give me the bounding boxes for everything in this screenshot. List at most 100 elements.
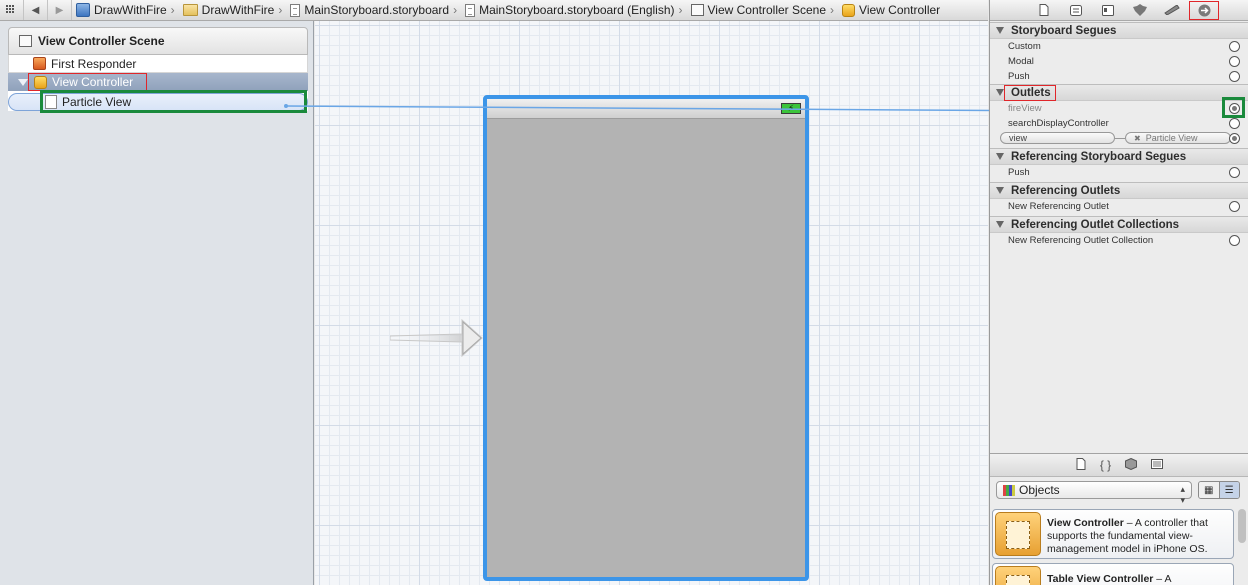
connection-circle-icon[interactable] (1229, 118, 1240, 129)
annotation-highlight-fireview-circle (1222, 97, 1245, 118)
row-label: Modal (1008, 56, 1034, 67)
library-item-title: View Controller (1047, 517, 1124, 529)
library-item-title: Table View Controller (1047, 573, 1154, 585)
chevron-right-icon: › (278, 3, 283, 17)
scene-icon (19, 35, 32, 47)
ref-outlet-row-new: New Referencing Outlet (990, 199, 1248, 214)
status-bar: ⚡ (487, 99, 805, 119)
row-label: Push (1008, 71, 1030, 82)
disconnect-x-icon[interactable]: ✖ (1134, 134, 1141, 143)
library-filter-select[interactable]: Objects ▴ ▾ (996, 481, 1192, 505)
outlet-target: Particle View (1145, 133, 1198, 143)
library-filter-value: Objects (1019, 483, 1060, 497)
library-scrollbar[interactable] (1238, 509, 1246, 543)
breadcrumb-label: DrawWithFire (94, 3, 167, 17)
row-label: Push (1008, 167, 1030, 178)
library-item-table-view-controller[interactable]: Table View Controller – A (992, 563, 1234, 585)
connection-circle-icon[interactable] (1229, 133, 1240, 144)
annotation-highlight-view-controller (28, 73, 147, 91)
breadcrumb-label: View Controller Scene (707, 3, 827, 17)
table-view-controller-icon (995, 566, 1041, 585)
back-arrow-icon[interactable]: ◀ (24, 0, 48, 20)
identity-inspector-icon[interactable] (1092, 0, 1124, 20)
outlet-row-search-display-controller: searchDisplayController (990, 116, 1248, 131)
disclosure-triangle-icon[interactable] (18, 78, 28, 86)
section-storyboard-segues[interactable]: Storyboard Segues (990, 22, 1248, 39)
segue-row-modal: Modal (990, 54, 1248, 69)
library-view-toggle: ▦ ☰ (1198, 481, 1240, 499)
outlet-target-pill[interactable]: ✖ Particle View (1125, 132, 1231, 144)
section-referencing-storyboard-segues[interactable]: Referencing Storyboard Segues (990, 148, 1248, 165)
object-library-icon[interactable] (1125, 457, 1138, 473)
media-library-icon[interactable] (1151, 458, 1164, 472)
disclosure-triangle-icon[interactable] (996, 153, 1004, 160)
section-title: Storyboard Segues (1011, 24, 1117, 37)
connection-circle-icon[interactable] (1229, 235, 1240, 246)
disclosure-triangle-icon[interactable] (996, 221, 1004, 228)
connection-circle-icon[interactable] (1229, 41, 1240, 52)
grid-view-icon[interactable]: ▦ (1199, 482, 1219, 498)
connection-circle-icon[interactable] (1229, 167, 1240, 178)
outline-item-label: First Responder (51, 56, 137, 71)
related-items-icon[interactable] (0, 0, 24, 20)
annotation-highlight-particle-view (40, 90, 307, 113)
section-title: Referencing Outlets (1011, 184, 1121, 197)
forward-arrow-icon[interactable]: ▶ (48, 0, 72, 20)
section-referencing-outlet-collections[interactable]: Referencing Outlet Collections (990, 216, 1248, 233)
library-tabs: { } (990, 453, 1248, 477)
segue-row-push: Push (990, 69, 1248, 84)
ref-collection-row-new: New Referencing Outlet Collection (990, 233, 1248, 248)
section-title: Referencing Storyboard Segues (1011, 150, 1187, 163)
breadcrumb-label: DrawWithFire (201, 3, 275, 17)
select-arrows-icon: ▴ ▾ (1180, 484, 1185, 505)
utilities-pane: Storyboard Segues Custom Modal Push Outl… (989, 0, 1248, 585)
scene-header[interactable]: View Controller Scene (8, 27, 308, 55)
connection-circle-icon[interactable] (1229, 56, 1240, 67)
chevron-right-icon: › (678, 3, 683, 17)
jump-bar: ◀ ▶ DrawWithFire › DrawWithFire › MainSt… (0, 0, 988, 21)
breadcrumb-scene[interactable]: View Controller Scene › (687, 0, 839, 20)
outlet-row-fireview: fireView (990, 97, 1248, 118)
row-label: Custom (1008, 41, 1041, 52)
connection-circle-icon[interactable] (1229, 201, 1240, 212)
storyboard-file-icon (290, 3, 301, 17)
breadcrumb-project[interactable]: DrawWithFire › (72, 0, 179, 20)
breadcrumb-storyboard-english[interactable]: MainStoryboard.storyboard (English) › (461, 0, 686, 20)
ref-segue-row-push: Push (990, 165, 1248, 180)
view-controller-icon (995, 512, 1041, 556)
size-inspector-icon[interactable] (1156, 0, 1188, 20)
view-controller-scene-frame[interactable]: ⚡ (483, 95, 809, 581)
code-snippet-library-icon[interactable]: { } (1100, 458, 1111, 472)
scene-title: View Controller Scene (38, 34, 165, 48)
pill-connector (1115, 138, 1125, 139)
row-label: New Referencing Outlet (1008, 201, 1109, 212)
attributes-inspector-icon[interactable] (1124, 0, 1156, 20)
section-outlets[interactable]: Outlets (990, 84, 1248, 101)
connections-inspector-icon[interactable] (1188, 0, 1220, 20)
section-referencing-outlets[interactable]: Referencing Outlets (990, 182, 1248, 199)
file-inspector-icon[interactable] (1028, 0, 1060, 20)
breadcrumb-folder[interactable]: DrawWithFire › (179, 0, 287, 20)
battery-icon: ⚡ (781, 103, 801, 114)
outline-item-first-responder[interactable]: First Responder (8, 55, 308, 73)
library-item-view-controller[interactable]: View Controller – A controller that supp… (992, 509, 1234, 559)
library-list: View Controller – A controller that supp… (990, 505, 1248, 585)
segue-row-custom: Custom (990, 39, 1248, 54)
breadcrumb-storyboard[interactable]: MainStoryboard.storyboard › (286, 0, 461, 20)
file-template-library-icon[interactable] (1076, 457, 1086, 473)
first-responder-icon (33, 57, 46, 70)
section-title: Referencing Outlet Collections (1011, 218, 1180, 231)
connection-circle-icon[interactable] (1229, 71, 1240, 82)
quick-help-icon[interactable] (1060, 0, 1092, 20)
project-icon (76, 3, 90, 17)
disclosure-triangle-icon[interactable] (996, 187, 1004, 194)
library-item-desc: – A (1153, 573, 1172, 585)
breadcrumb-view-controller[interactable]: View Controller (838, 0, 940, 20)
disclosure-triangle-icon[interactable] (996, 89, 1004, 96)
annotation-highlight-connections-tab (1189, 1, 1219, 20)
outlet-row-view: view ✖ Particle View (990, 131, 1248, 146)
storyboard-canvas[interactable]: ⚡ (315, 21, 988, 585)
disclosure-triangle-icon[interactable] (996, 27, 1004, 34)
list-view-icon[interactable]: ☰ (1218, 482, 1239, 498)
inspector-tabs (990, 0, 1248, 21)
